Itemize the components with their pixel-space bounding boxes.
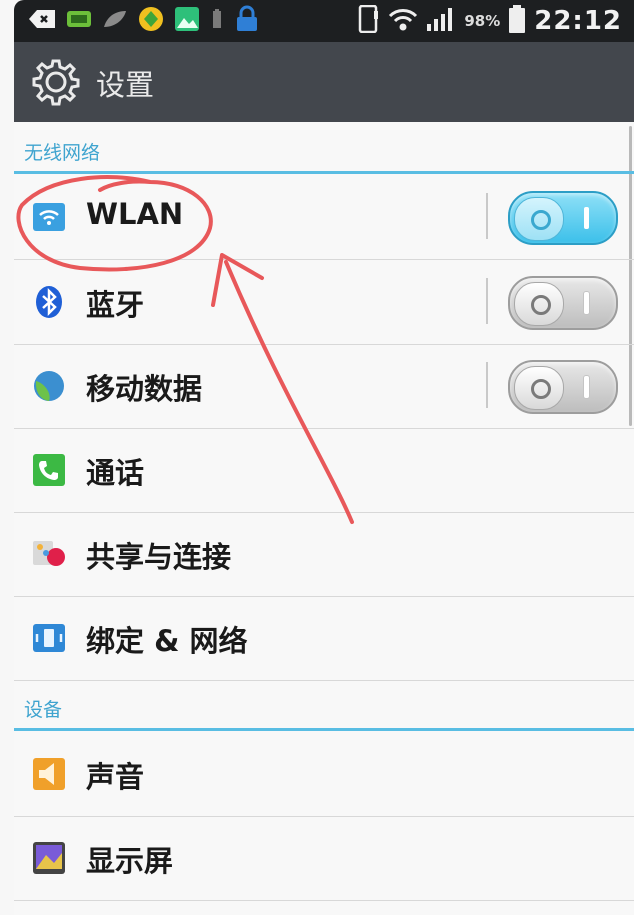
notification-icons bbox=[28, 5, 260, 37]
share-icon bbox=[32, 537, 66, 571]
signal-icon bbox=[426, 6, 456, 36]
app-store-icon bbox=[138, 6, 164, 36]
title-bar: 设置 bbox=[14, 42, 634, 122]
settings-item-label: 声音 bbox=[86, 760, 145, 794]
status-bar: 98% 22:12 bbox=[14, 0, 634, 42]
clock: 22:12 bbox=[534, 6, 622, 36]
on-symbol bbox=[584, 292, 589, 314]
battery-small-icon bbox=[210, 8, 224, 34]
divider bbox=[486, 278, 488, 324]
system-status: 98% 22:12 bbox=[358, 4, 622, 38]
gallery-icon bbox=[174, 6, 200, 36]
section-divider bbox=[14, 728, 634, 731]
message-icon bbox=[66, 9, 92, 33]
divider bbox=[486, 193, 488, 239]
wlan-toggle[interactable] bbox=[508, 191, 618, 245]
settings-item-sound[interactable]: 声音 bbox=[14, 732, 634, 817]
bluetooth-icon bbox=[32, 285, 66, 319]
bluetooth-toggle[interactable] bbox=[508, 276, 618, 330]
settings-gear-icon bbox=[32, 58, 80, 106]
settings-item-label: 移动数据 bbox=[86, 372, 203, 406]
off-symbol bbox=[531, 295, 551, 315]
section-title: 设备 bbox=[24, 699, 63, 721]
mobile-data-toggle[interactable] bbox=[508, 360, 618, 414]
battery-icon bbox=[508, 4, 526, 38]
section-title: 无线网络 bbox=[24, 142, 101, 164]
leaf-icon bbox=[102, 9, 128, 33]
toggle-knob bbox=[514, 197, 564, 241]
settings-item-share-connect[interactable]: 共享与连接 bbox=[14, 512, 634, 597]
on-symbol bbox=[584, 376, 589, 398]
battery-percent: 98% bbox=[464, 12, 501, 30]
settings-item-label: 通话 bbox=[86, 456, 145, 490]
back-icon bbox=[28, 8, 56, 34]
phone-icon bbox=[358, 4, 380, 37]
settings-item-label: 显示屏 bbox=[86, 844, 174, 878]
toggle-knob bbox=[514, 282, 564, 326]
wifi-icon bbox=[388, 6, 418, 36]
lock-icon bbox=[234, 5, 260, 37]
settings-item-wlan[interactable]: WLAN bbox=[14, 175, 634, 260]
settings-item-mobile-data[interactable]: 移动数据 bbox=[14, 344, 634, 429]
section-divider bbox=[14, 171, 634, 174]
settings-item-label: 绑定 & 网络 bbox=[86, 624, 248, 658]
off-symbol bbox=[531, 379, 551, 399]
settings-item-label: WLAN bbox=[86, 197, 184, 231]
off-symbol bbox=[531, 210, 551, 230]
settings-item-label: 共享与连接 bbox=[86, 540, 232, 574]
settings-item-display[interactable]: 显示屏 bbox=[14, 816, 634, 901]
section-header-device: 设备 bbox=[14, 681, 634, 731]
mobile-data-icon bbox=[32, 369, 66, 403]
tethering-icon bbox=[32, 621, 66, 655]
phone-icon bbox=[32, 453, 66, 487]
toggle-knob bbox=[514, 366, 564, 410]
settings-item-call[interactable]: 通话 bbox=[14, 428, 634, 513]
sound-icon bbox=[32, 757, 66, 791]
settings-item-label: 蓝牙 bbox=[86, 288, 145, 322]
display-icon bbox=[32, 841, 66, 875]
section-header-wireless: 无线网络 bbox=[14, 124, 634, 174]
settings-item-bluetooth[interactable]: 蓝牙 bbox=[14, 260, 634, 345]
settings-item-tethering[interactable]: 绑定 & 网络 bbox=[14, 596, 634, 681]
divider bbox=[486, 362, 488, 408]
wifi-icon bbox=[32, 200, 66, 234]
page-title: 设置 bbox=[96, 68, 155, 102]
on-symbol bbox=[584, 207, 589, 229]
